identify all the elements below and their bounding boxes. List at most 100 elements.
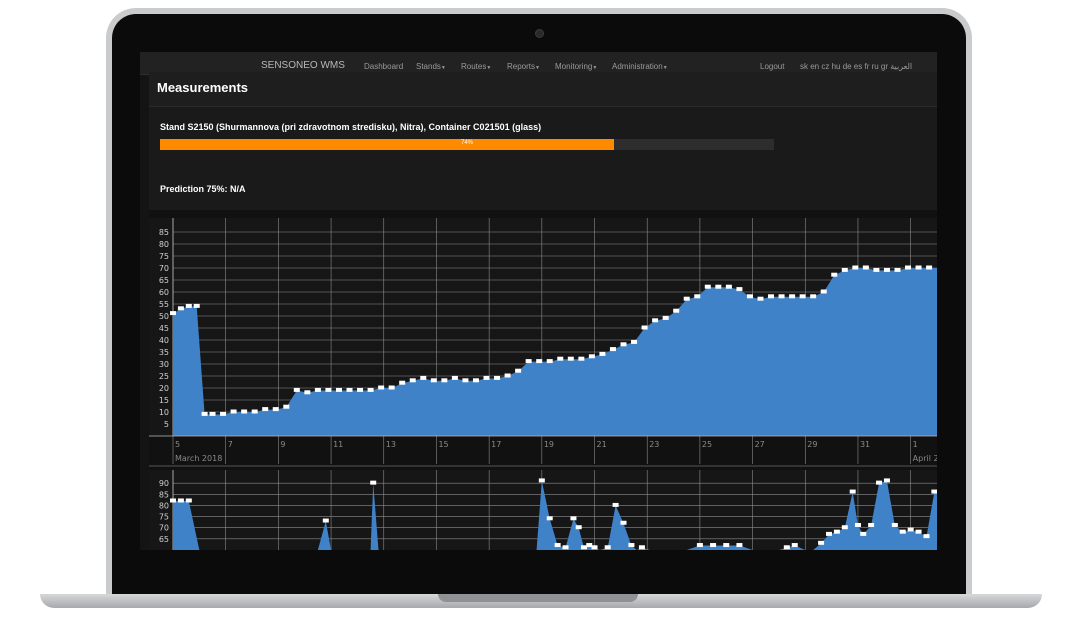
- data-point: [683, 296, 690, 301]
- data-point: [322, 518, 329, 523]
- y-tick-label: 70: [159, 524, 169, 533]
- nav-routes-label: Routes: [461, 62, 487, 71]
- data-point: [430, 378, 437, 383]
- y-tick-label: 20: [159, 384, 169, 393]
- data-point: [388, 385, 395, 390]
- data-point: [907, 527, 914, 532]
- data-point: [314, 387, 321, 392]
- caret-down-icon: ▼: [486, 65, 492, 71]
- data-point: [715, 284, 722, 289]
- data-point: [852, 265, 859, 270]
- logout-link[interactable]: Logout: [760, 62, 784, 71]
- data-point: [367, 387, 374, 392]
- nav-stands-label: Stands: [416, 62, 441, 71]
- data-point: [746, 294, 753, 299]
- data-point: [567, 356, 574, 361]
- nav-routes[interactable]: Routes▼: [461, 62, 491, 71]
- language-links[interactable]: sk en cz hu de es fr ru gr العربية: [800, 62, 912, 71]
- data-point: [799, 294, 806, 299]
- data-point: [931, 489, 937, 494]
- laptop-base-notch: [438, 594, 638, 602]
- brand-logo[interactable]: SENSONEO WMS: [261, 60, 345, 71]
- data-point: [272, 407, 279, 412]
- data-point: [860, 531, 867, 536]
- x-tick-label: 5: [175, 440, 180, 449]
- y-tick-label: 70: [159, 264, 169, 273]
- x-tick-label: 1: [913, 440, 918, 449]
- page-title: Measurements: [157, 80, 249, 95]
- y-tick-label: 85: [159, 228, 169, 237]
- data-point: [883, 478, 890, 483]
- data-point: [694, 294, 701, 299]
- y-tick-label: 80: [159, 501, 169, 510]
- fill-level-progress: 74%: [160, 139, 774, 150]
- caret-down-icon: ▼: [662, 65, 668, 71]
- data-point: [570, 516, 577, 521]
- nav-stands[interactable]: Stands▼: [416, 62, 446, 71]
- data-point: [873, 267, 880, 272]
- x-tick-label: 25: [702, 440, 712, 449]
- nav-monitoring-label: Monitoring: [555, 62, 593, 71]
- data-point: [876, 480, 883, 485]
- data-point: [562, 545, 569, 550]
- data-point: [820, 289, 827, 294]
- data-point: [325, 387, 332, 392]
- stand-info: Stand S2150 (Shurmannova (pri zdravotnom…: [160, 122, 542, 132]
- data-point: [370, 480, 377, 485]
- data-point: [710, 543, 717, 548]
- y-tick-label: 80: [159, 240, 169, 249]
- data-point: [185, 303, 192, 308]
- x-tick-label: 27: [755, 440, 765, 449]
- data-point: [628, 543, 635, 548]
- data-point: [905, 265, 912, 270]
- data-point: [335, 387, 342, 392]
- data-point: [736, 543, 743, 548]
- data-point: [170, 498, 176, 503]
- data-point: [494, 375, 501, 380]
- panel-header: Measurements: [149, 72, 937, 107]
- data-point: [504, 373, 511, 378]
- prediction-text: Prediction 75%: N/A: [160, 184, 246, 194]
- y-tick-label: 5: [164, 420, 169, 429]
- month-label: March 2018: [175, 454, 222, 463]
- data-point: [346, 387, 353, 392]
- data-point: [631, 339, 638, 344]
- data-point: [638, 545, 645, 550]
- data-point: [262, 407, 269, 412]
- data-point: [536, 359, 543, 364]
- nav-administration-label: Administration: [612, 62, 663, 71]
- data-point: [580, 545, 587, 550]
- data-point: [926, 265, 933, 270]
- data-point: [538, 478, 545, 483]
- x-tick-label: 23: [649, 440, 659, 449]
- data-point: [791, 543, 798, 548]
- y-tick-label: 75: [159, 252, 169, 261]
- data-point: [778, 294, 785, 299]
- nav-administration[interactable]: Administration▼: [612, 62, 668, 71]
- data-point: [283, 404, 290, 409]
- x-tick-label: 21: [597, 440, 607, 449]
- data-point: [293, 387, 300, 392]
- data-point: [399, 380, 406, 385]
- data-point: [420, 375, 427, 380]
- nav-dashboard[interactable]: Dashboard: [364, 62, 403, 71]
- nav-reports[interactable]: Reports▼: [507, 62, 540, 71]
- measurement-charts[interactable]: 5101520253035404550556065707580855 7 9 11 13…: [149, 210, 937, 550]
- nav-monitoring[interactable]: Monitoring▼: [555, 62, 597, 71]
- data-point: [810, 294, 817, 299]
- data-point: [883, 267, 890, 272]
- data-point: [241, 409, 248, 414]
- y-tick-label: 65: [159, 276, 169, 285]
- data-point: [849, 489, 856, 494]
- data-point: [483, 375, 490, 380]
- data-point: [696, 543, 703, 548]
- data-point: [409, 378, 416, 383]
- data-point: [725, 284, 732, 289]
- x-tick-label: 29: [807, 440, 817, 449]
- y-tick-label: 50: [159, 312, 169, 321]
- data-point: [620, 342, 627, 347]
- data-point: [578, 356, 585, 361]
- data-point: [868, 522, 875, 527]
- y-tick-label: 65: [159, 535, 169, 544]
- data-point: [177, 498, 184, 503]
